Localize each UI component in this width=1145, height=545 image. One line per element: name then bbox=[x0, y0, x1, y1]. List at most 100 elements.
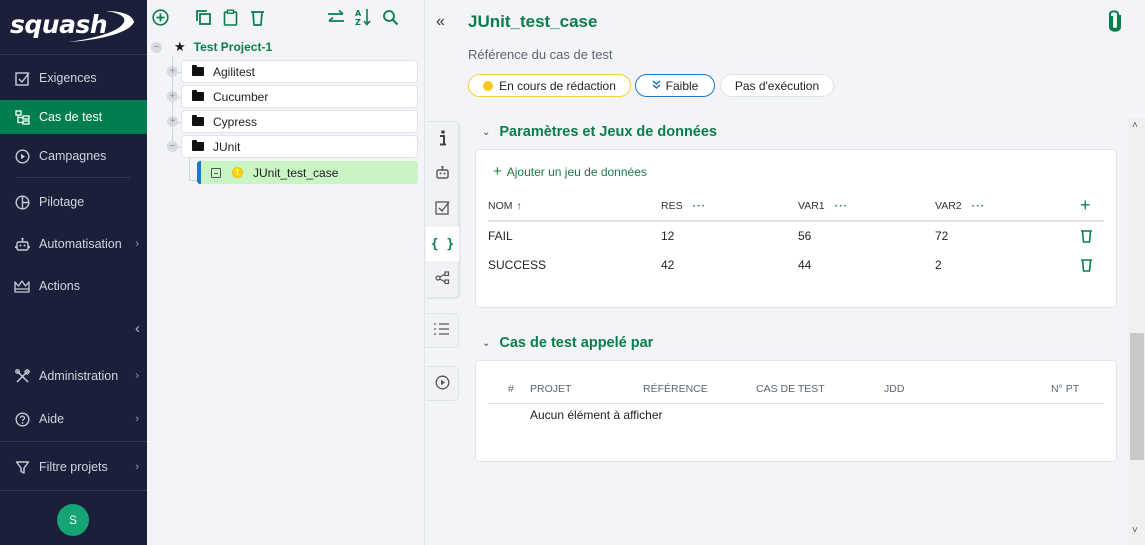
dataset-value[interactable]: 44 bbox=[798, 258, 811, 272]
nav-campagnes[interactable]: Campagnes bbox=[0, 139, 147, 173]
dataset-name[interactable]: SUCCESS bbox=[488, 258, 546, 272]
folder-icon bbox=[192, 90, 204, 101]
tree-panel: AZ − ★ Test Project-1 + Agilitest + Cucu… bbox=[147, 0, 425, 545]
collapse-sidebar-icon[interactable]: ‹ bbox=[135, 320, 140, 337]
column-header-var1: VAR1 ··· bbox=[798, 200, 849, 212]
transfer-icon[interactable] bbox=[327, 8, 345, 26]
importance-badge[interactable]: Faible bbox=[635, 74, 715, 97]
tab-steps[interactable] bbox=[426, 313, 459, 348]
logo-text: squash bbox=[10, 10, 108, 39]
info-icon bbox=[438, 129, 448, 149]
divider bbox=[17, 177, 130, 178]
collapse-toggle-icon[interactable]: − bbox=[167, 141, 178, 152]
nav-administration[interactable]: Administration › bbox=[0, 359, 147, 393]
copy-icon[interactable] bbox=[194, 8, 212, 26]
status-warning-icon: ! bbox=[232, 167, 243, 178]
column-menu-icon[interactable]: ··· bbox=[693, 200, 707, 212]
test-case-reference[interactable]: Référence du cas de test bbox=[468, 47, 613, 62]
add-parameter-icon[interactable]: + bbox=[1080, 195, 1091, 216]
paste-icon[interactable] bbox=[221, 8, 239, 26]
delete-icon[interactable] bbox=[248, 8, 266, 26]
delete-dataset-icon[interactable] bbox=[1080, 258, 1093, 275]
folder-icon bbox=[192, 115, 204, 126]
execution-label: Pas d'exécution bbox=[734, 78, 820, 93]
importance-label: Faible bbox=[665, 78, 699, 93]
column-header-nom[interactable]: NOM ↑ bbox=[488, 200, 522, 212]
tree-folder-node[interactable]: Agilitest bbox=[181, 60, 418, 83]
empty-message: Aucun élément à afficher bbox=[530, 408, 663, 422]
double-chevron-left-icon[interactable]: « bbox=[436, 13, 445, 31]
dataset-value[interactable]: 72 bbox=[935, 229, 948, 243]
nav-label: Cas de test bbox=[39, 110, 103, 124]
search-icon[interactable] bbox=[381, 8, 399, 26]
paperclip-icon[interactable] bbox=[1108, 9, 1122, 36]
expand-toggle-icon[interactable]: + bbox=[167, 66, 178, 77]
status-badge[interactable]: En cours de rédaction bbox=[468, 74, 631, 97]
delete-dataset-icon[interactable] bbox=[1080, 229, 1093, 246]
column-header-num-pt[interactable]: N° PT bbox=[1051, 383, 1079, 395]
nav-cas-de-test[interactable]: Cas de test bbox=[0, 100, 147, 134]
column-header-reference[interactable]: RÉFÉRENCE bbox=[643, 383, 708, 395]
tab-verified-requirements[interactable] bbox=[426, 192, 459, 226]
dataset-value[interactable]: 12 bbox=[661, 229, 674, 243]
column-header-var2: VAR2 ··· bbox=[935, 200, 986, 212]
expand-toggle-icon[interactable]: + bbox=[167, 91, 178, 102]
sort-az-icon[interactable]: AZ bbox=[354, 8, 372, 26]
squash-logo[interactable]: squash bbox=[8, 6, 138, 46]
nav-exigences[interactable]: Exigences bbox=[0, 61, 147, 95]
section-parameters-header[interactable]: ⌄ Paramètres et Jeux de données bbox=[482, 124, 717, 140]
add-dataset-button[interactable]: + Ajouter un jeu de données bbox=[493, 164, 647, 179]
sidebar: squash Exigences Cas de test Campagnes P… bbox=[0, 0, 147, 545]
dataset-name[interactable]: FAIL bbox=[488, 229, 513, 243]
tab-executions[interactable] bbox=[426, 366, 459, 401]
column-header-cas-de-test[interactable]: CAS DE TEST bbox=[756, 383, 825, 395]
collapse-toggle-icon[interactable]: − bbox=[151, 41, 162, 53]
column-header-jdd[interactable]: JDD bbox=[884, 383, 904, 395]
folder-name: JUnit bbox=[213, 139, 241, 154]
column-header-projet[interactable]: PROJET bbox=[530, 383, 571, 395]
tree-icon bbox=[14, 109, 30, 125]
folder-icon bbox=[192, 140, 204, 151]
svg-text:A: A bbox=[355, 9, 362, 18]
nav-pilotage[interactable]: Pilotage bbox=[0, 185, 147, 219]
tab-automation[interactable] bbox=[426, 157, 459, 191]
status-dot-icon bbox=[483, 80, 494, 91]
tree-folder-node[interactable]: JUnit bbox=[181, 135, 418, 158]
tree-folder-node[interactable]: Cypress bbox=[181, 110, 418, 133]
chevron-right-icon: › bbox=[135, 370, 139, 382]
column-menu-icon[interactable]: ··· bbox=[835, 200, 849, 212]
scroll-thumb[interactable] bbox=[1130, 333, 1144, 460]
section-called-by-header[interactable]: ⌄ Cas de test appelé par bbox=[482, 335, 653, 351]
robot-icon bbox=[435, 165, 450, 183]
main-content: « JUnit_test_case Référence du cas de te… bbox=[425, 0, 1145, 545]
nav-automatisation[interactable]: Automatisation › bbox=[0, 227, 147, 261]
column-menu-icon[interactable]: ··· bbox=[972, 200, 986, 212]
tree-test-case-node-selected[interactable]: ! JUnit_test_case bbox=[197, 161, 418, 184]
pie-chart-icon bbox=[14, 194, 30, 210]
divider bbox=[0, 441, 147, 442]
execution-badge[interactable]: Pas d'exécution bbox=[720, 74, 834, 97]
add-icon[interactable] bbox=[151, 8, 169, 26]
project-name: Test Project-1 bbox=[193, 40, 273, 54]
tab-calling-test-cases[interactable] bbox=[426, 262, 459, 296]
dataset-value[interactable]: 2 bbox=[935, 258, 942, 272]
tree-project-node[interactable]: − ★ Test Project-1 bbox=[151, 38, 272, 56]
vertical-scrollbar[interactable]: ˄ ˅ bbox=[1128, 118, 1145, 545]
nav-actions[interactable]: Actions bbox=[0, 269, 147, 303]
expand-toggle-icon[interactable]: + bbox=[167, 116, 178, 127]
add-dataset-label: Ajouter un jeu de données bbox=[506, 165, 647, 179]
tab-parameters[interactable]: { } bbox=[426, 227, 459, 261]
tree-folder-node[interactable]: Cucumber bbox=[181, 85, 418, 108]
scroll-down-icon[interactable]: ˅ bbox=[1132, 525, 1138, 536]
dataset-value[interactable]: 42 bbox=[661, 258, 674, 272]
share-icon bbox=[435, 270, 450, 288]
nav-filtre-projets[interactable]: Filtre projets › bbox=[0, 450, 147, 484]
table-header-divider bbox=[488, 403, 1104, 404]
crown-icon bbox=[14, 278, 30, 294]
tab-information[interactable] bbox=[426, 122, 459, 156]
dataset-value[interactable]: 56 bbox=[798, 229, 811, 243]
chevron-right-icon: › bbox=[135, 413, 139, 425]
nav-aide[interactable]: Aide › bbox=[0, 402, 147, 436]
user-avatar[interactable]: S bbox=[57, 504, 89, 536]
scroll-up-icon[interactable]: ˄ bbox=[1132, 120, 1138, 131]
